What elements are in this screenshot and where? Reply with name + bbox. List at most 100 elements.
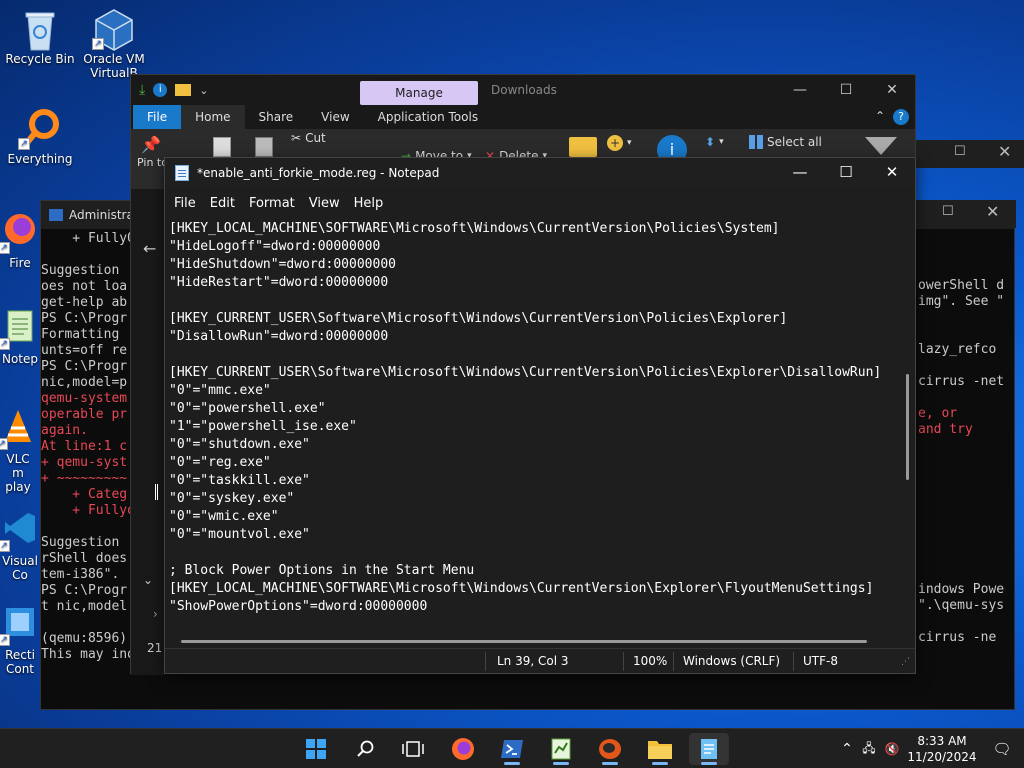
taskbar-spreadsheet[interactable] [541,733,581,765]
help-icon[interactable]: ? [893,109,909,125]
pin-to-quick-access-button[interactable]: 📌 Pin to ac [137,135,165,169]
network-icon[interactable]: 🖧 [858,739,880,760]
chevron-right-icon[interactable]: › [153,607,158,621]
recycle-bin-icon [20,8,60,51]
tab-application-tools[interactable]: Application Tools [364,105,492,129]
firefox-icon [452,738,474,760]
minimize-icon[interactable]: — [777,75,823,105]
maximize-icon[interactable]: ☐ [954,144,966,159]
back-arrow-icon[interactable]: ← [143,239,156,258]
filter-button[interactable] [865,137,897,155]
pin-icon: 📌 [141,135,161,154]
taskbar-firefox[interactable] [443,733,483,765]
select-all-button[interactable]: Select all [749,135,822,149]
chevron-up-icon[interactable]: ⌃ [836,741,858,757]
close-icon[interactable]: ✕ [998,142,1011,161]
desktop-icon-label: Recti Cont [5,648,35,676]
vlc-icon: ↗ [0,408,38,450]
notepad-menubar: File Edit Format View Help [165,188,915,218]
console-line: indows Powe [918,582,1005,597]
close-icon[interactable]: ✕ [869,158,915,188]
notepad-icon [701,739,717,759]
powershell-title: Administra [69,208,134,222]
file-explorer-icon [648,741,672,759]
horizontal-scrollbar[interactable] [181,640,867,643]
new-folder-button[interactable] [569,137,597,157]
notepad-icon: ↗ [0,308,40,350]
ribbon-tabs: File Home Share View Application Tools ⌃… [131,105,915,129]
folder-icon [569,137,597,157]
background-window-titlebar[interactable]: ☐ ✕ [912,140,1024,168]
mouse-cursor-ibeam [155,484,158,500]
maximize-icon[interactable]: ☐ [823,158,869,188]
notepad-titlebar[interactable]: *enable_anti_forkie_mode.reg - Notepad —… [165,158,915,188]
clock[interactable]: 8:33 AM 11/20/2024 [904,733,980,765]
notepad-title: *enable_anti_forkie_mode.reg - Notepad [197,166,440,180]
shortcut-arrow-icon: ↗ [18,138,30,150]
tab-view[interactable]: View [307,105,363,129]
desktop-icon-label: Visual Co [2,554,38,582]
taskbar-file-explorer[interactable] [640,733,680,765]
powershell-icon [49,209,63,221]
explorer-titlebar[interactable]: ⤓ i ⌄ Manage Downloads — ☐ ✕ [131,75,915,105]
minimize-icon[interactable]: — [777,158,823,188]
start-button[interactable] [296,733,336,765]
close-icon[interactable]: ✕ [869,75,915,105]
menu-help[interactable]: Help [347,196,391,211]
status-separator [623,652,624,671]
background-window-titlebar-2[interactable]: ☐ ✕ [916,200,1016,228]
maximize-icon[interactable]: ☐ [942,204,954,219]
copy-button[interactable] [213,137,231,157]
cut-button[interactable]: ✂ Cut [291,131,326,145]
console-line: owerShell d [918,278,1005,293]
notepad-text-area[interactable]: [HKEY_LOCAL_MACHINE\SOFTWARE\Microsoft\W… [165,218,903,648]
menu-format[interactable]: Format [242,196,302,211]
menu-edit[interactable]: Edit [203,196,242,211]
tab-home[interactable]: Home [181,105,245,129]
chevron-up-icon[interactable]: ⌃ [875,109,885,123]
firefox-icon: ↗ [0,212,40,254]
status-line-ending: Windows (CRLF) [683,654,781,668]
copy-icon [213,137,231,157]
desktop-icon-everything[interactable]: ↗ Everything [0,108,80,166]
shortcut-arrow-icon: ↗ [0,438,8,450]
tab-share[interactable]: Share [245,105,308,129]
status-encoding: UTF-8 [803,654,838,668]
volume-muted-icon[interactable]: 🔇 [880,742,904,756]
chevron-down-icon[interactable]: ⌄ [199,84,208,97]
taskbar-qemu[interactable] [590,733,630,765]
task-view-button[interactable] [393,733,433,765]
new-folder-icon[interactable] [175,84,192,96]
taskbar-powershell[interactable] [492,733,532,765]
desktop-icon-virtualbox[interactable]: ↗ Oracle VM VirtualB [74,8,154,80]
menu-view[interactable]: View [302,196,347,211]
chevron-down-icon[interactable]: ⌄ [143,573,153,587]
new-item-button[interactable]: + ▾ [607,135,632,151]
taskbar-notepad[interactable] [689,733,729,765]
notification-icon[interactable]: 🗨 [980,740,1024,758]
notepad-window[interactable]: *enable_anti_forkie_mode.reg - Notepad —… [164,157,916,674]
vertical-scrollbar[interactable] [906,374,909,480]
navigation-pane[interactable]: ← ⌄ › 21 [131,189,165,675]
maximize-icon[interactable]: ☐ [823,75,869,105]
download-arrow-icon[interactable]: ⤓ [139,82,145,98]
menu-file[interactable]: File [167,196,203,211]
status-separator [673,652,674,671]
desktop-icon-recycle-bin[interactable]: Recycle Bin [0,8,80,66]
resize-grip-icon[interactable]: ⋰ [901,657,910,667]
open-button[interactable]: ⬍ ▾ [705,135,724,149]
search-button[interactable] [345,733,385,765]
manage-tab[interactable]: Manage [360,81,478,105]
close-icon[interactable]: ✕ [986,202,999,221]
shortcut-arrow-icon: ↗ [0,338,10,350]
paste-button[interactable] [255,137,273,157]
tab-file[interactable]: File [133,105,182,129]
properties-icon[interactable]: i [153,83,168,97]
